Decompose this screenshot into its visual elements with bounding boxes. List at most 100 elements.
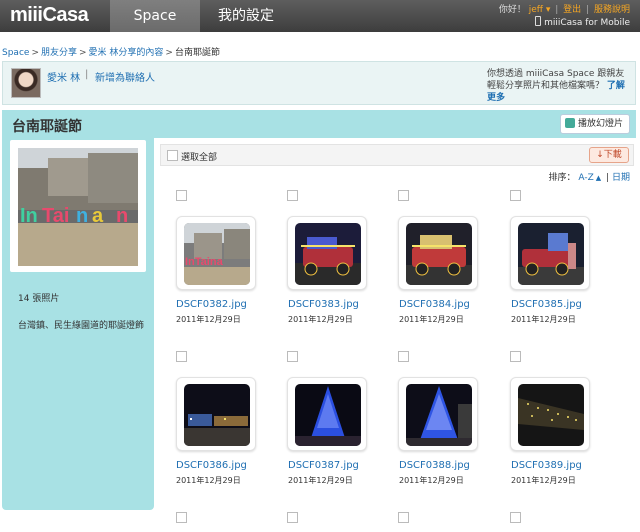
username-menu[interactable]: jeff — [529, 5, 543, 15]
logout-link[interactable]: 登出 — [563, 5, 581, 15]
greeting-text: 你好！ — [498, 5, 526, 15]
photo-filename[interactable]: DSCF0389.jpg — [511, 460, 582, 471]
photo-filename[interactable]: DSCF0383.jpg — [288, 299, 359, 310]
breadcrumb-separator-icon: > — [165, 48, 173, 58]
album-title: 台南耶誕節 — [12, 119, 82, 135]
photo-checkbox[interactable] — [398, 190, 409, 201]
photo-filename[interactable]: DSCF0386.jpg — [176, 460, 247, 471]
album-sidebar: In Tai n a n 14 張照片 台灣鎮、民生綠園道的耶誕燈飾 — [2, 136, 154, 510]
album-cover-image: In Tai n a n — [18, 148, 138, 266]
photo-thumbnail[interactable] — [398, 216, 478, 290]
photo-checkbox[interactable] — [176, 512, 187, 523]
album-header: 台南耶誕節 播放幻燈片 — [2, 110, 636, 138]
photo-checkbox[interactable] — [287, 512, 298, 523]
slideshow-icon — [564, 118, 575, 128]
owner-name-link[interactable]: 愛米 林 — [47, 69, 80, 84]
top-bar: miiiCasa Space 我的設定 你好！ jeff ▾ | 登出 | 服務… — [0, 0, 640, 32]
photo-checkbox[interactable] — [510, 351, 521, 362]
photo-image — [184, 384, 250, 446]
sort-az-link[interactable]: A-Z — [578, 173, 593, 183]
chevron-down-icon[interactable]: ▾ — [543, 5, 551, 15]
photo-image — [518, 223, 584, 285]
breadcrumb-separator-icon: > — [79, 48, 87, 58]
photo-date: 2011年12月29日 — [399, 315, 464, 324]
photo-image — [406, 384, 472, 446]
svg-text:n: n — [76, 205, 88, 227]
photo-checkbox[interactable] — [398, 512, 409, 523]
sort-bar: 排序： A-Z ▲ | 日期 — [549, 170, 630, 183]
photo-checkbox[interactable] — [398, 351, 409, 362]
photo-checkbox[interactable] — [287, 351, 298, 362]
mobile-link-label: miiiCasa for Mobile — [544, 18, 630, 28]
help-link[interactable]: 服務說明 — [594, 5, 630, 15]
divider: | — [85, 69, 89, 80]
photo-date: 2011年12月29日 — [399, 476, 464, 485]
svg-text:Tai: Tai — [42, 205, 69, 227]
photo-image — [295, 223, 361, 285]
album-cover: In Tai n a n — [10, 140, 146, 272]
svg-text:a: a — [92, 205, 104, 227]
select-all-checkbox[interactable] — [167, 150, 178, 161]
photo-filename[interactable]: DSCF0387.jpg — [288, 460, 359, 471]
photo-thumbnail[interactable] — [287, 216, 367, 290]
photo-date: 2011年12月29日 — [288, 315, 353, 324]
photo-date: 2011年12月29日 — [176, 476, 241, 485]
miiicasa-logo[interactable]: miiiCasa — [10, 4, 89, 28]
photo-thumbnail[interactable] — [510, 216, 590, 290]
photo-date: 2011年12月29日 — [176, 315, 241, 324]
photo-date: 2011年12月29日 — [288, 476, 353, 485]
breadcrumb-friends-share[interactable]: 朋友分享 — [41, 48, 77, 58]
tab-space[interactable]: Space — [110, 0, 200, 32]
promo-text: 你想透過 miiiCasa Space 跟親友輕鬆分享照片和其他檔案嗎？ 了解更… — [487, 68, 627, 104]
photo-count: 14 張照片 — [18, 294, 60, 304]
photo-filename[interactable]: DSCF0382.jpg — [176, 299, 247, 310]
photo-checkbox[interactable] — [510, 190, 521, 201]
photo-image — [406, 223, 472, 285]
divider: | — [606, 173, 610, 183]
divider: | — [555, 5, 559, 15]
photo-checkbox[interactable] — [176, 190, 187, 201]
photo-thumbnail[interactable] — [398, 377, 478, 451]
breadcrumb-current: 台南耶誕節 — [174, 48, 220, 58]
photo-checkbox[interactable] — [287, 190, 298, 201]
mobile-link[interactable]: miiiCasa for Mobile — [535, 16, 630, 28]
divider: | — [586, 5, 590, 15]
download-button[interactable]: ↓下載 — [589, 147, 629, 163]
svg-text:In: In — [20, 205, 38, 227]
slideshow-button[interactable]: 播放幻燈片 — [559, 114, 630, 134]
phone-icon — [535, 16, 542, 26]
tab-my-settings[interactable]: 我的設定 — [200, 0, 292, 32]
svg-text:n: n — [116, 205, 128, 227]
album-description: 台灣鎮、民生綠園道的耶誕燈飾 — [18, 321, 145, 331]
sort-label: 排序： — [548, 173, 576, 183]
slideshow-label: 播放幻燈片 — [577, 119, 623, 129]
sort-date-link[interactable]: 日期 — [612, 173, 630, 183]
photo-thumbnail[interactable]: InTaina — [176, 216, 256, 290]
photo-date: 2011年12月29日 — [511, 476, 576, 485]
photo-checkbox[interactable] — [510, 512, 521, 523]
photo-date: 2011年12月29日 — [511, 315, 576, 324]
owner-bar: 愛米 林 | 新增為聯絡人 你想透過 miiiCasa Space 跟親友輕鬆分… — [2, 61, 636, 105]
user-area: 你好！ jeff ▾ | 登出 | 服務說明 — [499, 2, 630, 15]
promo-message: 你想透過 miiiCasa Space 跟親友輕鬆分享照片和其他檔案嗎？ — [487, 69, 625, 91]
photo-thumbnail[interactable] — [176, 377, 256, 451]
download-label: 下載 — [603, 150, 622, 160]
photo-image — [295, 384, 361, 446]
sort-asc-icon[interactable]: ▲ — [596, 174, 601, 182]
breadcrumb-user-share[interactable]: 愛米 林分享的內容 — [89, 48, 164, 58]
photo-thumbnail[interactable] — [510, 377, 590, 451]
photo-filename[interactable]: DSCF0384.jpg — [399, 299, 470, 310]
photo-filename[interactable]: DSCF0385.jpg — [511, 299, 582, 310]
download-arrow-icon: ↓ — [596, 150, 604, 160]
svg-text:InTaina: InTaina — [185, 256, 224, 268]
add-contact-link[interactable]: 新增為聯絡人 — [95, 69, 155, 84]
photo-filename[interactable]: DSCF0388.jpg — [399, 460, 470, 471]
avatar[interactable] — [11, 68, 41, 98]
photo-image: InTaina — [184, 223, 250, 285]
photo-checkbox[interactable] — [176, 351, 187, 362]
photo-toolbar: 選取全部 ↓下載 — [160, 144, 634, 166]
select-all-label[interactable]: 選取全部 — [181, 150, 217, 163]
breadcrumb-space[interactable]: Space — [2, 48, 29, 58]
photo-image — [518, 384, 584, 446]
photo-thumbnail[interactable] — [287, 377, 367, 451]
